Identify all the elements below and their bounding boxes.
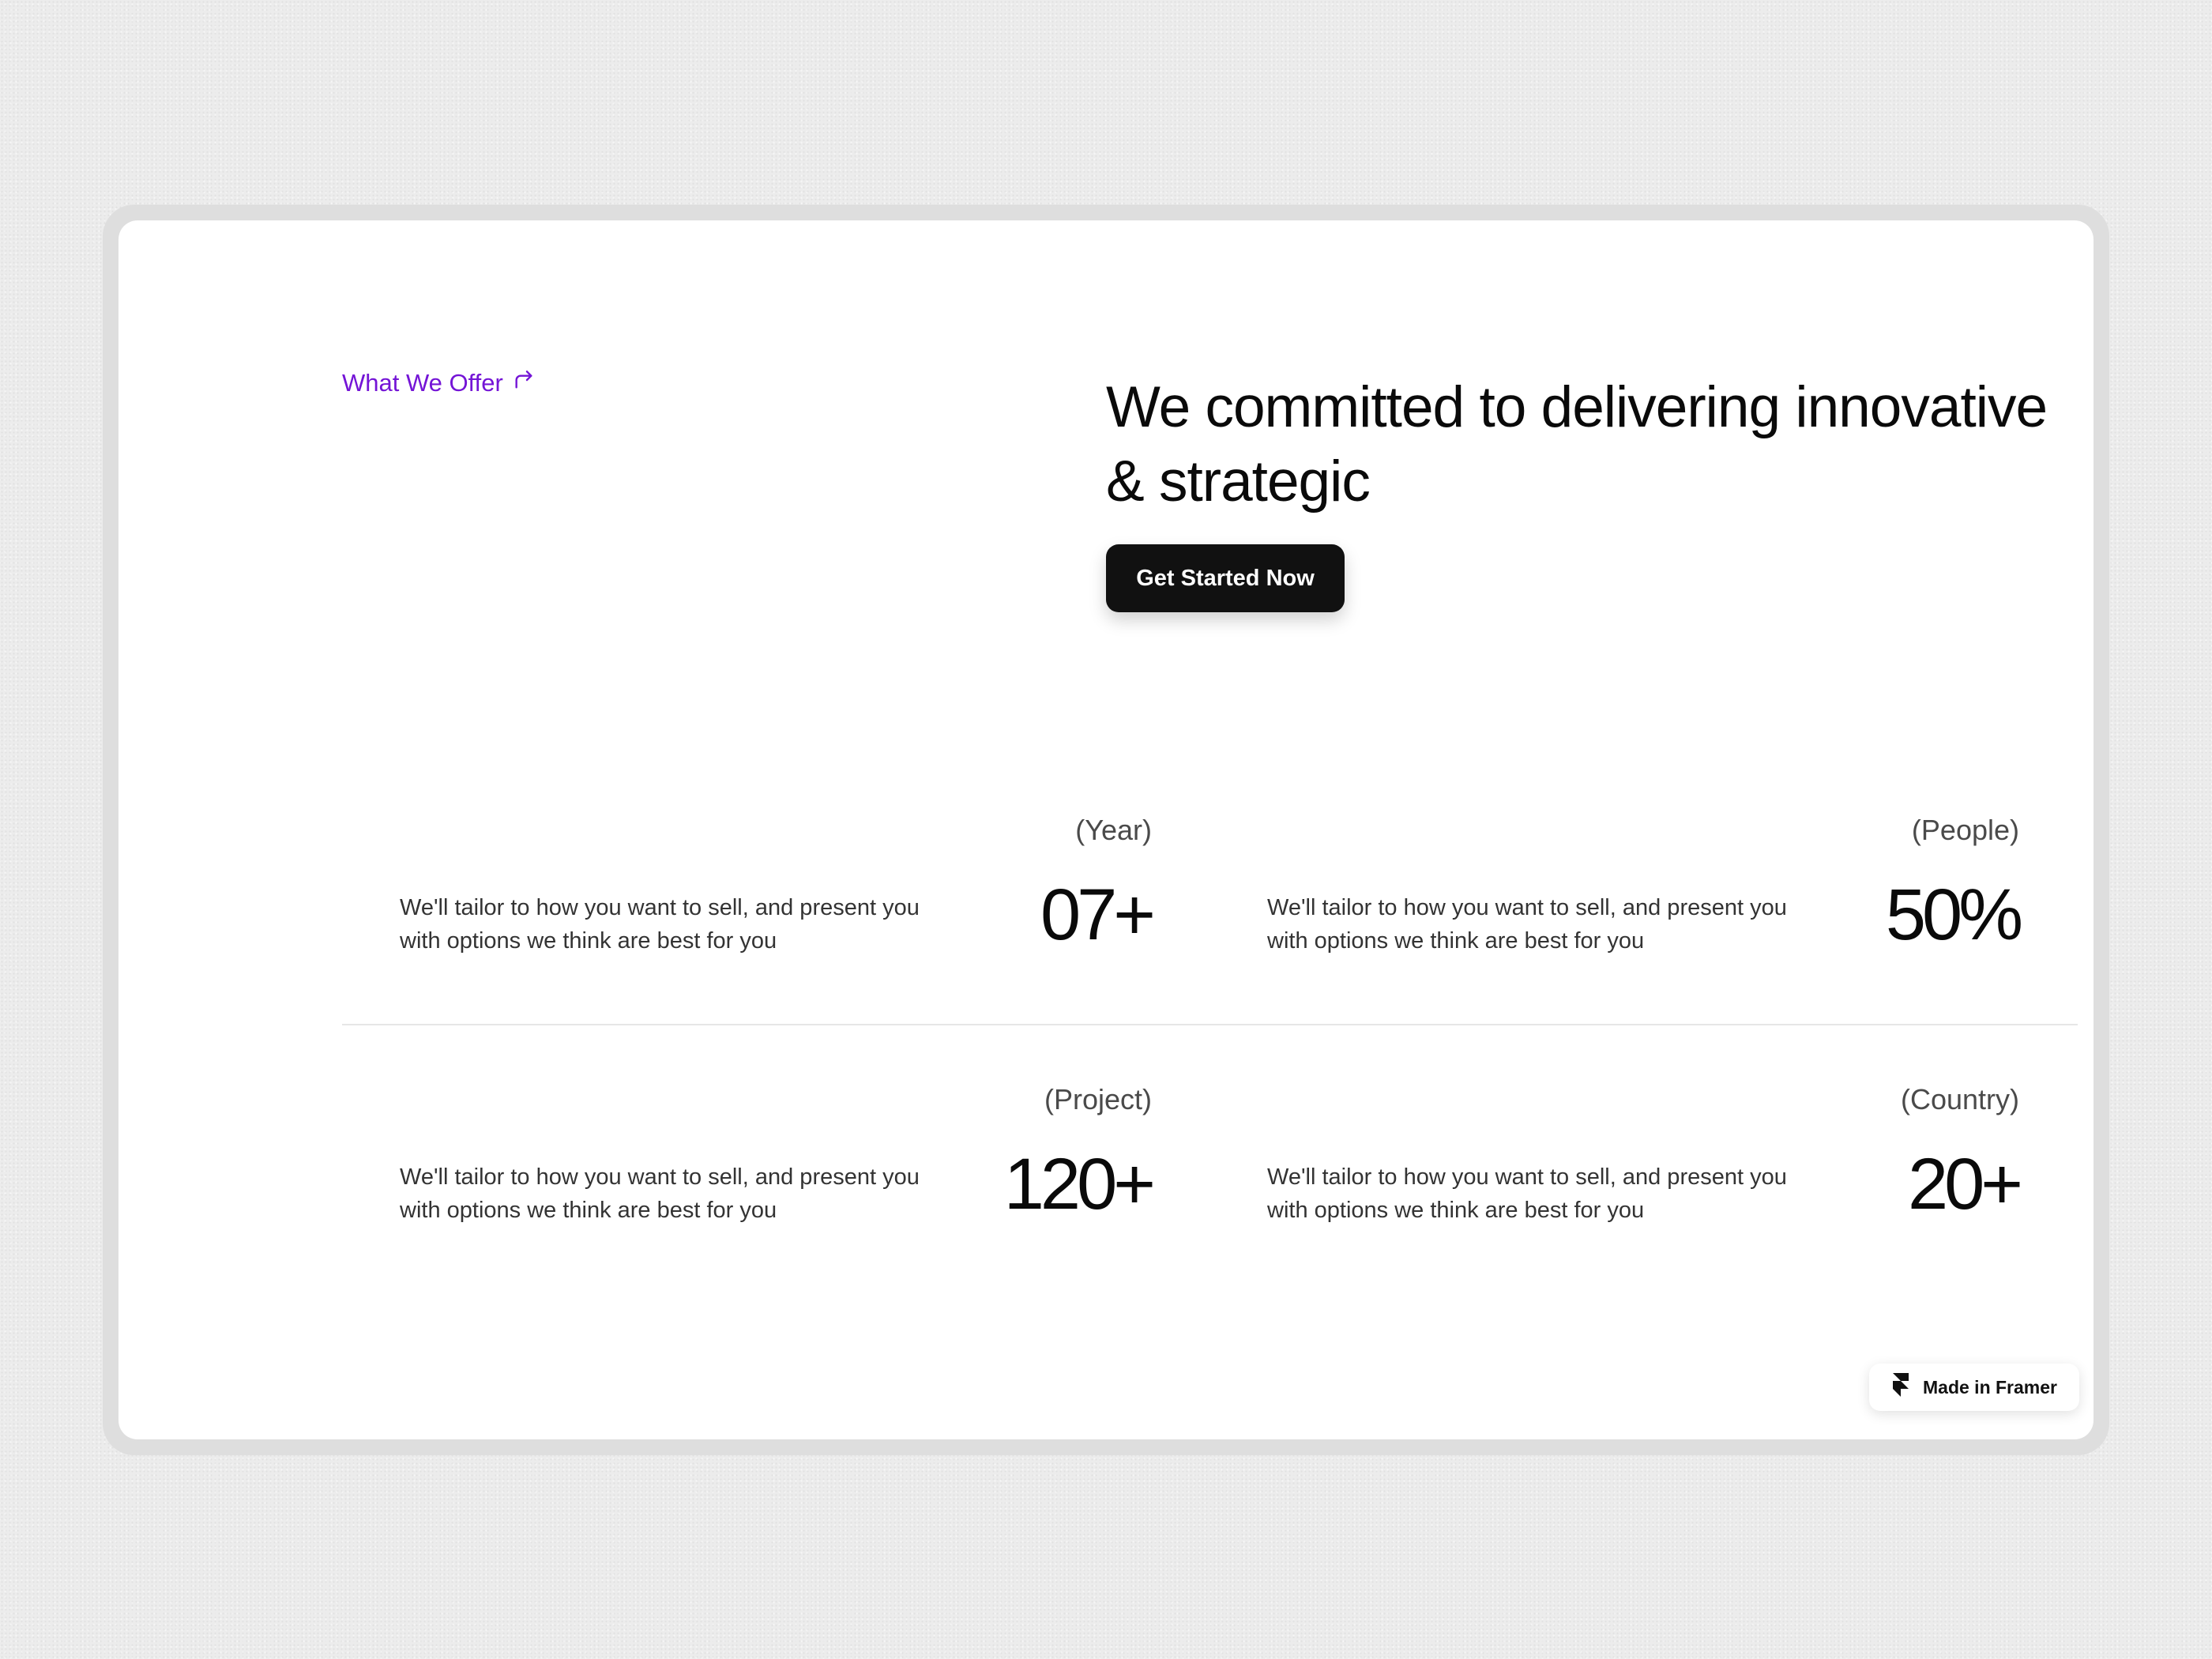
section-headline: We committed to delivering innovative & …: [1106, 375, 2048, 514]
stat-label: (People): [1911, 814, 2019, 846]
framer-logo-icon: [1891, 1373, 1910, 1401]
eyebrow-label: What We Offer: [342, 369, 503, 397]
stats-divider: [342, 1024, 2078, 1025]
stat-item-country: (Country) We'll tailor to how you want t…: [1209, 1083, 2023, 1241]
stat-label: (Year): [1075, 814, 1152, 846]
stat-value: 20+: [1907, 1144, 2023, 1224]
stat-description: We'll tailor to how you want to sell, an…: [1267, 895, 1787, 954]
stat-item-year: (Year) We'll tailor to how you want to s…: [342, 814, 1156, 972]
stat-value: 50%: [1885, 875, 2023, 955]
stat-item-people: (People) We'll tailor to how you want to…: [1209, 814, 2023, 972]
stat-description: We'll tailor to how you want to sell, an…: [400, 1164, 920, 1223]
stat-value: 07+: [1040, 875, 1156, 955]
stat-item-project: (Project) We'll tailor to how you want t…: [342, 1083, 1156, 1241]
made-in-framer-badge[interactable]: Made in Framer: [1869, 1364, 2079, 1411]
stat-label: (Country): [1900, 1083, 2019, 1115]
offer-section-card: What We Offer We committed to delivering…: [118, 220, 2094, 1439]
what-we-offer-link[interactable]: What We Offer: [342, 367, 536, 399]
badge-label: Made in Framer: [1923, 1376, 2057, 1398]
stat-value: 120+: [1003, 1144, 1156, 1224]
stat-description: We'll tailor to how you want to sell, an…: [1267, 1164, 1787, 1223]
get-started-button[interactable]: Get Started Now: [1106, 544, 1345, 612]
stat-description: We'll tailor to how you want to sell, an…: [400, 895, 920, 954]
page-frame: What We Offer We committed to delivering…: [103, 205, 2109, 1455]
arrow-turn-right-icon: [511, 367, 536, 399]
stat-label: (Project): [1044, 1083, 1152, 1115]
